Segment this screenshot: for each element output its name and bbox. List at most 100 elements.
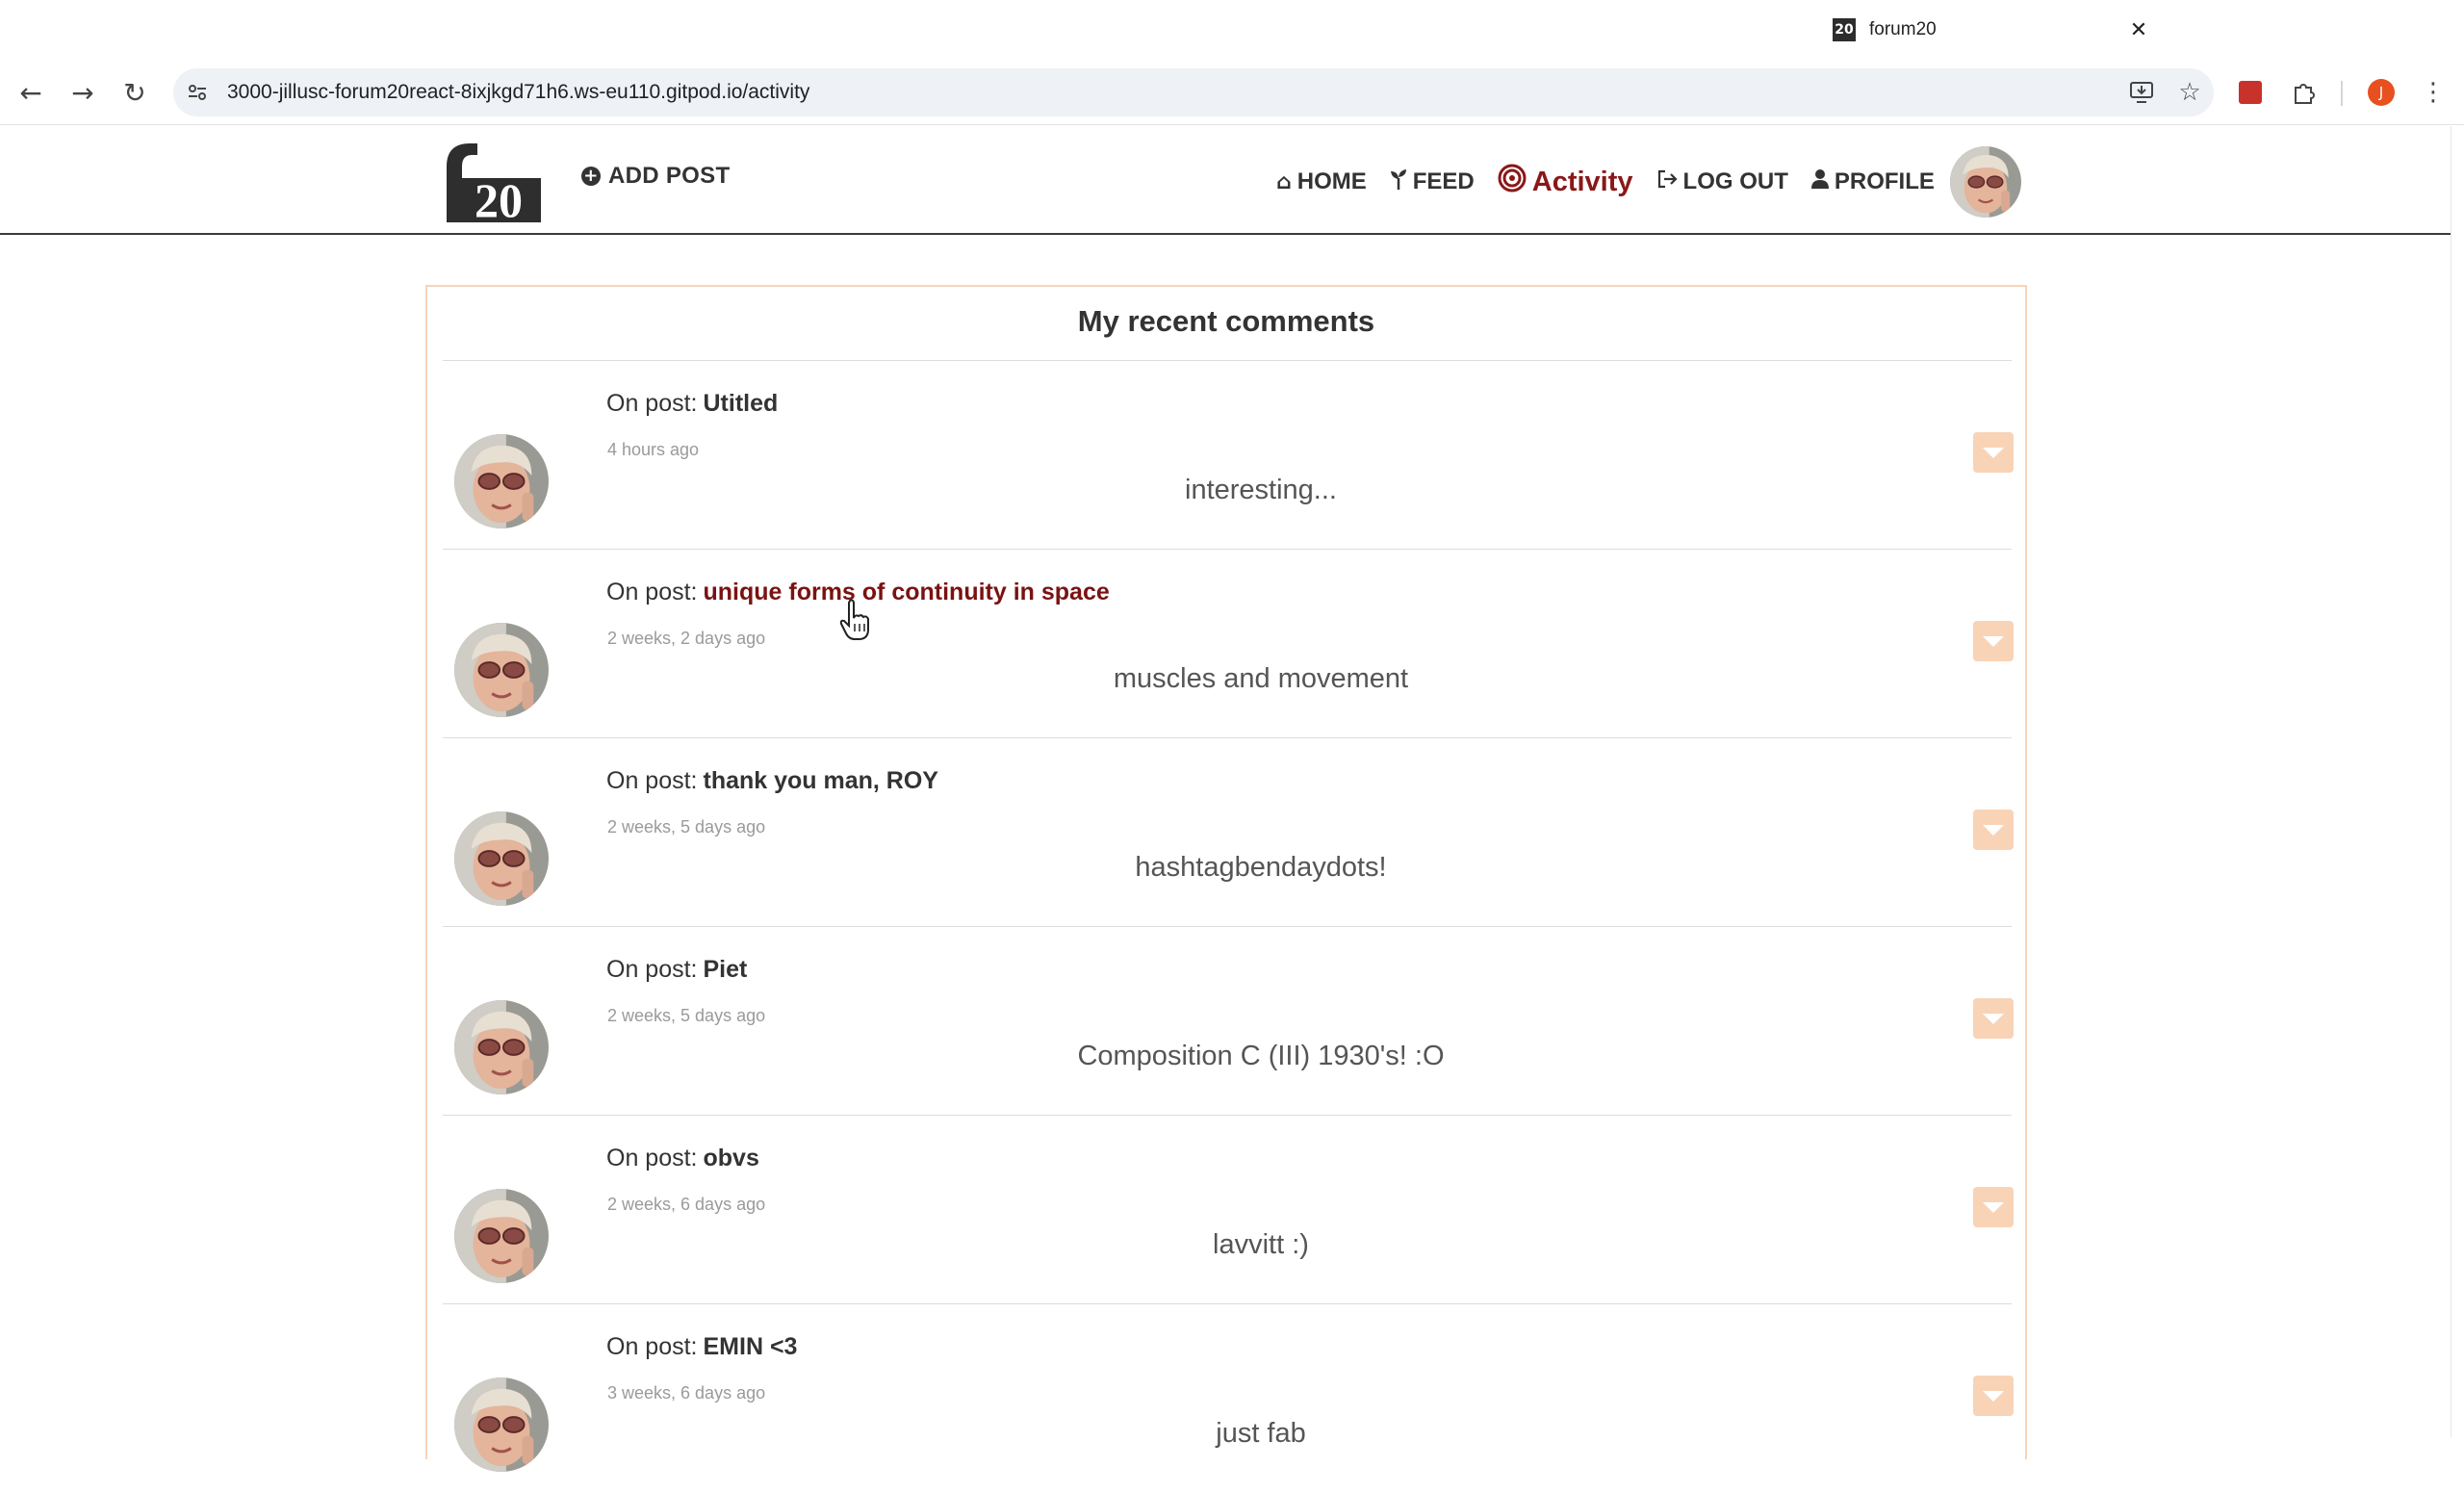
comment-text: lavvitt :) xyxy=(1213,1229,1309,1260)
comment-timestamp: 4 hours ago xyxy=(607,440,700,459)
extension-icon[interactable] xyxy=(2231,73,2270,112)
comment-timestamp: 2 weeks, 6 days ago xyxy=(607,1195,766,1214)
comment-menu-button[interactable] xyxy=(1973,1376,2014,1416)
comment-text: interesting... xyxy=(1185,475,1337,505)
user-icon xyxy=(1810,169,1829,194)
hand-pointer-icon xyxy=(839,599,870,641)
nav-feed-label: FEED xyxy=(1412,168,1475,194)
sprout-icon xyxy=(1390,168,1407,195)
nav-profile-label: PROFILE xyxy=(1834,168,1935,194)
browser-toolbar: ← → ↻ 3000-jillusc-forum20react-8ixjkgd7… xyxy=(0,60,2464,125)
browser-menu-icon[interactable]: ⋮ xyxy=(2414,73,2452,112)
profile-initial: J xyxy=(2368,79,2395,106)
comment-item: On post: obvs 2 weeks, 6 days ago lavvitt… xyxy=(443,1116,2014,1304)
browser-tab[interactable]: 20 forum20 ✕ xyxy=(1819,8,2166,52)
comment-item: On post: EMIN <3 3 weeks, 6 days ago just… xyxy=(443,1304,2014,1493)
avatar[interactable] xyxy=(454,623,549,717)
comment-timestamp: 3 weeks, 6 days ago xyxy=(607,1383,766,1403)
reload-icon[interactable]: ↻ xyxy=(114,71,156,114)
comment-post-ref: On post: Utitled xyxy=(606,390,778,418)
add-post-label: ADD POST xyxy=(608,163,731,189)
nav-profile[interactable]: PROFILE xyxy=(1810,168,1935,195)
recent-comments-card: My recent comments On post: Utitled 4 hou… xyxy=(425,285,2027,1472)
svg-text:20: 20 xyxy=(475,173,523,224)
caret-down-icon xyxy=(1983,824,2004,836)
plus-circle-icon: + xyxy=(581,167,601,186)
comment-menu-button[interactable] xyxy=(1973,432,2014,473)
home-icon: ⌂ xyxy=(1276,169,1292,194)
on-post-label: On post: xyxy=(606,390,698,417)
forward-icon[interactable]: → xyxy=(62,71,104,114)
logout-icon xyxy=(1656,169,1678,194)
comment-item: On post: Utitled 4 hours ago interesting.… xyxy=(443,361,2014,550)
comment-menu-button[interactable] xyxy=(1973,810,2014,850)
comment-menu-button[interactable] xyxy=(1973,621,2014,661)
page-scrollbar[interactable] xyxy=(2451,126,2464,1437)
toolbar-divider xyxy=(2341,81,2343,106)
comment-text: muscles and movement xyxy=(1113,663,1409,694)
comment-timestamp: 2 weeks, 5 days ago xyxy=(607,817,766,837)
comment-text: hashtagbendaydots! xyxy=(1135,852,1387,883)
back-icon[interactable]: ← xyxy=(10,71,52,114)
nav-activity-label: Activity xyxy=(1531,166,1633,197)
bookmark-star-icon[interactable]: ☆ xyxy=(2166,68,2214,116)
install-app-icon[interactable] xyxy=(2118,68,2166,116)
nav-logout-label: LOG OUT xyxy=(1682,168,1788,194)
nav-home[interactable]: ⌂ HOME xyxy=(1276,168,1367,195)
extensions-puzzle-icon[interactable] xyxy=(2285,73,2323,112)
caret-down-icon xyxy=(1983,1201,2004,1213)
add-post-link[interactable]: + ADD POST xyxy=(581,163,730,190)
target-icon xyxy=(1498,164,1527,200)
avatar[interactable] xyxy=(454,434,549,528)
address-bar[interactable]: 3000-jillusc-forum20react-8ixjkgd71h6.ws… xyxy=(173,68,2214,116)
caret-down-icon xyxy=(1983,1390,2004,1402)
avatar[interactable] xyxy=(454,1000,549,1094)
on-post-label: On post: xyxy=(606,579,698,605)
nav-feed[interactable]: FEED xyxy=(1390,168,1475,195)
comment-menu-button[interactable] xyxy=(1973,998,2014,1039)
comment-post-ref: On post: thank you man, ROY xyxy=(606,767,938,795)
comment-timestamp: 2 weeks, 5 days ago xyxy=(607,1006,766,1025)
page-title: My recent comments xyxy=(1077,304,1375,338)
url-text: 3000-jillusc-forum20react-8ixjkgd71h6.ws… xyxy=(227,81,810,103)
tab-favicon: 20 xyxy=(1833,18,1856,41)
comment-item: On post: unique forms of continuity in sp… xyxy=(443,550,2014,738)
post-title-link[interactable]: obvs xyxy=(704,1145,759,1171)
post-title-link[interactable]: unique forms of continuity in space xyxy=(704,579,1110,605)
site-logo[interactable]: 20 xyxy=(429,138,545,227)
on-post-label: On post: xyxy=(606,956,698,983)
comment-timestamp: 2 weeks, 2 days ago xyxy=(607,629,766,648)
comment-item: On post: thank you man, ROY 2 weeks, 5 da… xyxy=(443,738,2014,927)
nav-avatar[interactable] xyxy=(1949,146,2021,218)
site-info-icon[interactable] xyxy=(173,68,221,116)
close-tab-icon[interactable]: ✕ xyxy=(2125,17,2152,42)
post-title-link[interactable]: thank you man, ROY xyxy=(704,767,938,794)
site-header: 20 + ADD POST ⌂ HOME FEED Activity LOG O… xyxy=(0,126,2451,235)
on-post-label: On post: xyxy=(606,1145,698,1171)
profile-avatar-icon[interactable]: J xyxy=(2362,73,2400,112)
nav-logout[interactable]: LOG OUT xyxy=(1656,168,1788,195)
nav-activity[interactable]: Activity xyxy=(1498,164,1633,200)
tab-title: forum20 xyxy=(1869,19,1937,39)
caret-down-icon xyxy=(1983,1013,2004,1024)
nav-home-label: HOME xyxy=(1296,168,1367,194)
avatar[interactable] xyxy=(454,811,549,906)
browser-tabstrip: 20 forum20 ✕ xyxy=(0,0,2464,60)
post-title-link[interactable]: EMIN <3 xyxy=(704,1333,798,1360)
post-title-link[interactable]: Utitled xyxy=(704,390,779,417)
comment-item: On post: Piet 2 weeks, 5 days ago Composi… xyxy=(443,927,2014,1116)
comment-text: Composition C (III) 1930's! :O xyxy=(1077,1041,1445,1071)
comment-post-ref: On post: Piet xyxy=(606,956,747,984)
main-nav: ⌂ HOME FEED Activity LOG OUT PROFILE xyxy=(1276,146,2021,218)
caret-down-icon xyxy=(1983,447,2004,458)
comment-post-ref: On post: obvs xyxy=(606,1145,759,1172)
avatar[interactable] xyxy=(454,1377,549,1472)
comment-text: just fab xyxy=(1216,1418,1306,1449)
avatar[interactable] xyxy=(454,1189,549,1283)
post-title-link[interactable]: Piet xyxy=(704,956,748,983)
caret-down-icon xyxy=(1983,635,2004,647)
comment-post-ref: On post: EMIN <3 xyxy=(606,1333,797,1361)
on-post-label: On post: xyxy=(606,767,698,794)
on-post-label: On post: xyxy=(606,1333,698,1360)
comment-menu-button[interactable] xyxy=(1973,1187,2014,1227)
